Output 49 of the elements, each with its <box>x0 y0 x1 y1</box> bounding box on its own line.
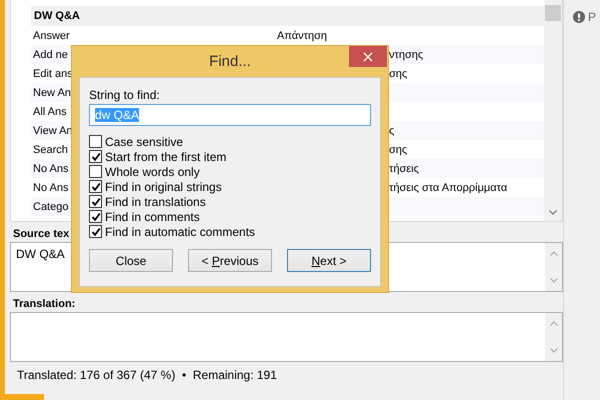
field-label: String to find: <box>89 88 160 102</box>
checkbox[interactable] <box>89 210 102 223</box>
translation-text-area[interactable] <box>10 312 563 362</box>
scroll-down-icon[interactable] <box>550 278 558 283</box>
checkbox[interactable] <box>89 195 102 208</box>
scrollbar[interactable] <box>544 0 562 221</box>
source-label: Source tex <box>13 228 70 240</box>
translation-cell: σης <box>389 68 408 80</box>
translation-cell: Απάντηση <box>277 30 327 42</box>
translation-cell: ς <box>389 124 394 136</box>
source-cell: Add ne <box>33 48 68 60</box>
warning-icon <box>573 11 585 23</box>
scroll-down-icon[interactable] <box>550 348 558 353</box>
scroll-thumb[interactable] <box>545 5 561 21</box>
option-label: Find in automatic comments <box>105 224 256 238</box>
source-cell: Search <box>33 144 68 156</box>
scroll-down-icon[interactable] <box>549 210 557 215</box>
source-cell: All Ans <box>33 106 67 118</box>
option-label: Start from the first item <box>105 150 226 164</box>
translation-cell: τήσεις <box>389 162 419 174</box>
status-text: Translated: 176 of 367 (47 %) • Remaining: 191 <box>17 368 277 382</box>
checkbox[interactable] <box>89 180 102 193</box>
source-cell: No Ans <box>33 182 68 194</box>
translation-label: Translation: <box>13 298 76 310</box>
checkbox[interactable] <box>89 150 102 163</box>
source-cell: No Ans <box>33 162 68 174</box>
checkbox[interactable] <box>89 135 102 148</box>
checkbox[interactable] <box>89 165 102 178</box>
scroll-up-icon[interactable] <box>550 321 558 326</box>
side-item-text: P <box>588 10 596 24</box>
option-label: Find in translations <box>105 194 206 208</box>
source-cell: Catego <box>33 200 68 212</box>
source-cell: New An <box>33 86 71 98</box>
close-button[interactable]: × <box>349 46 387 67</box>
source-cell: Answer <box>33 30 70 42</box>
checkbox[interactable] <box>89 225 102 238</box>
option-label: Whole words only <box>105 164 200 178</box>
translation-cell: ντησης <box>389 48 424 60</box>
group-header: DW Q&A <box>31 6 544 26</box>
dialog-button[interactable]: < Previous <box>188 249 272 272</box>
dialog-title: Find... <box>209 53 251 70</box>
option-label: Find in comments <box>105 210 200 224</box>
translation-cell: τήσεις στα Απορρίμματα <box>389 182 508 194</box>
translation-cell: σης <box>389 144 408 156</box>
option-label: Find in original strings <box>105 180 222 194</box>
dialog-button[interactable]: Close <box>89 249 173 272</box>
scroll-up-icon[interactable] <box>550 251 558 256</box>
dialog-button[interactable]: Next > <box>287 249 371 272</box>
option-label: Case sensitive <box>105 134 184 148</box>
